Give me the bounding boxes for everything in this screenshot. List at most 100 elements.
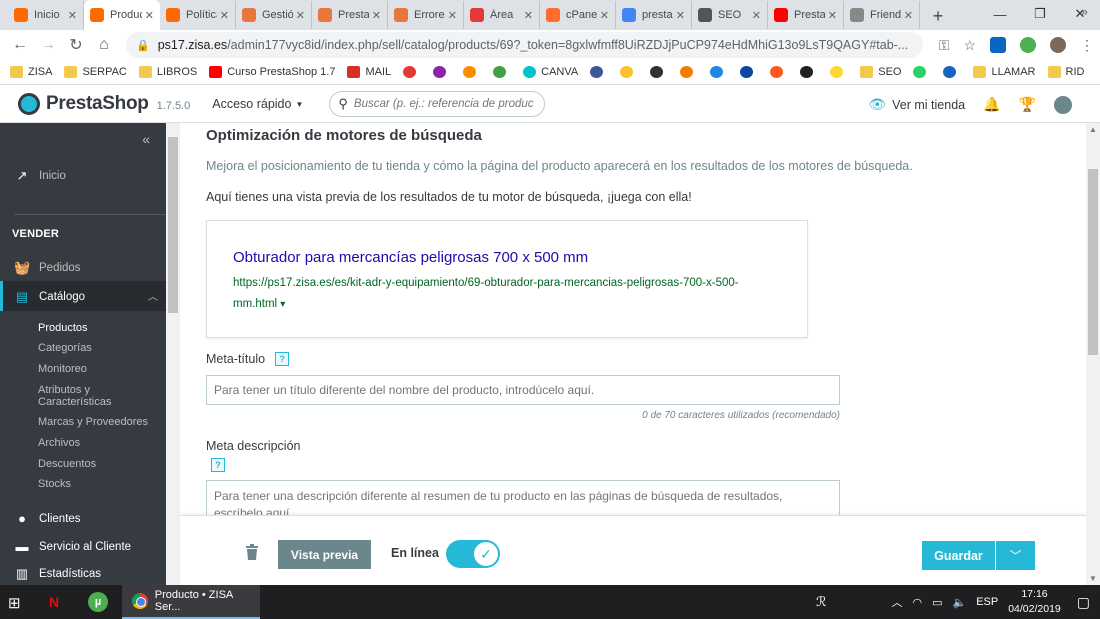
sidebar-sub-atributos[interactable]: Atributos y Características [38, 384, 128, 408]
bookmark-item[interactable] [800, 66, 818, 78]
key-icon[interactable]: ⚿ [939, 37, 950, 54]
bookmark-star-icon[interactable]: ☆ [963, 37, 976, 54]
browser-tab[interactable]: Gestión✕ [236, 1, 312, 29]
close-tab-icon[interactable]: ✕ [372, 9, 381, 22]
bookmark-item[interactable]: CANVA [523, 66, 578, 78]
close-tab-icon[interactable]: ✕ [145, 9, 154, 22]
quick-access-dropdown[interactable]: Acceso rápido ▼ [212, 97, 303, 111]
bookmark-item[interactable] [590, 66, 608, 78]
bookmark-item[interactable] [650, 66, 668, 78]
sidebar-sub-stocks[interactable]: Stocks [38, 478, 71, 490]
sidebar-item-clientes[interactable]: ● Clientes [0, 511, 166, 526]
sidebar-item-catalogo[interactable]: ▤ Catálogo ︿ [0, 281, 166, 311]
bookmark-item[interactable] [830, 66, 848, 78]
bookmark-item[interactable] [620, 66, 638, 78]
browser-tab[interactable]: prestashop✕ [616, 1, 692, 29]
admin-search[interactable]: ⚲ [329, 91, 546, 117]
chevron-up-icon[interactable]: ︿ [891, 594, 902, 610]
close-tab-icon[interactable]: ✕ [752, 9, 761, 22]
bookmark-item[interactable] [710, 66, 728, 78]
browser-tab[interactable]: Errores✕ [388, 1, 464, 29]
minimize-icon[interactable]: — [980, 0, 1020, 28]
browser-tab[interactable]: Friendly✕ [844, 1, 920, 29]
clock[interactable]: 17:16 04/02/2019 [1008, 587, 1061, 617]
bookmark-item[interactable]: LIBROS [138, 66, 197, 78]
notifications-bell-icon[interactable]: 🔔 [983, 96, 1000, 113]
scroll-down-icon[interactable]: ▼ [1089, 574, 1097, 583]
sidebar-sub-archivos[interactable]: Archivos [38, 437, 80, 449]
home-icon[interactable]: ⌂ [90, 36, 118, 54]
meta-title-input[interactable] [206, 375, 840, 405]
search-input[interactable] [353, 98, 534, 110]
volume-icon[interactable]: 🔈 [952, 596, 966, 609]
forward-icon[interactable]: → [34, 36, 62, 54]
sidebar-sub-productos[interactable]: Productos [38, 322, 88, 334]
browser-tab[interactable]: Área ✕ [464, 1, 540, 29]
reload-icon[interactable]: ↻ [62, 35, 90, 55]
trash-icon[interactable] [245, 544, 259, 560]
utorrent-icon[interactable]: µ [88, 592, 108, 612]
notifications-icon[interactable]: ▢ [1077, 594, 1090, 611]
scrollbar-thumb[interactable] [168, 137, 178, 313]
browser-tab[interactable]: PrestaShop✕ [312, 1, 388, 29]
bookmark-item[interactable] [493, 66, 511, 78]
close-tab-icon[interactable]: ✕ [904, 9, 913, 22]
netflix-icon[interactable]: N [44, 592, 64, 612]
bookmark-item[interactable]: MAIL [347, 66, 391, 78]
browser-tab[interactable]: cPanel ✕ [540, 1, 616, 29]
taskbar-chrome-window[interactable]: Producto • ZISA Ser... [122, 585, 260, 619]
sidebar-item-inicio[interactable]: ↗ Inicio [0, 168, 166, 184]
sidebar-item-estadisticas[interactable]: ▥ Estadísticas [0, 566, 166, 582]
page-scrollbar[interactable]: ▲ ▼ [1086, 123, 1100, 585]
sidebar-item-servicio[interactable]: ▬ Servicio al Cliente [0, 539, 166, 554]
menu-kebab-icon[interactable]: ⋮ [1080, 37, 1094, 54]
close-tab-icon[interactable]: ✕ [220, 9, 229, 22]
new-tab-button[interactable]: + [924, 2, 952, 30]
sidebar-sub-marcas[interactable]: Marcas y Proveedores [38, 416, 148, 428]
people-icon[interactable]: ℛ [816, 594, 826, 610]
bookmarks-more[interactable]: » [1081, 4, 1088, 19]
scrollbar-thumb[interactable] [1088, 169, 1098, 355]
bookmark-item[interactable]: ZISA [10, 66, 52, 78]
trophy-icon[interactable]: 🏆 [1019, 96, 1036, 113]
bookmark-item[interactable] [433, 66, 451, 78]
account-icon[interactable] [1054, 95, 1072, 114]
profile-avatar[interactable] [1050, 37, 1066, 53]
collapse-sidebar-icon[interactable]: « [142, 131, 150, 147]
close-tab-icon[interactable]: ✕ [676, 9, 685, 22]
bookmark-item[interactable] [740, 66, 758, 78]
bookmark-item[interactable]: RID [1047, 66, 1084, 78]
bookmark-item[interactable] [943, 66, 961, 78]
close-tab-icon[interactable]: ✕ [524, 9, 533, 22]
sidebar-sub-monitoreo[interactable]: Monitoreo [38, 363, 87, 375]
bookmark-item[interactable] [680, 66, 698, 78]
sidebar-scrollbar[interactable] [166, 123, 180, 585]
bookmark-item[interactable]: LLAMAR [973, 66, 1036, 78]
bookmark-item[interactable] [913, 66, 931, 78]
browser-tab[interactable]: Política✕ [160, 1, 236, 29]
extension-icon[interactable] [1020, 37, 1036, 53]
save-options-dropdown[interactable]: ﹀ [996, 541, 1035, 570]
preview-button[interactable]: Vista previa [278, 540, 371, 569]
sidebar-sub-categorias[interactable]: Categorías [38, 342, 92, 354]
close-tab-icon[interactable]: ✕ [296, 9, 305, 22]
back-icon[interactable]: ← [6, 36, 34, 54]
url-field[interactable]: 🔒 ps17.zisa.es/admin177vyc8id/index.php/… [126, 32, 923, 58]
browser-tab[interactable]: Producto✕ [84, 0, 160, 30]
browser-tab[interactable]: Inicio ✕ [8, 1, 84, 29]
scroll-up-icon[interactable]: ▲ [1089, 125, 1097, 134]
linkedin-extension-icon[interactable] [990, 37, 1006, 53]
save-button[interactable]: Guardar [922, 541, 995, 570]
view-shop-link[interactable]: 👁 Ver mi tienda [868, 96, 965, 113]
bookmark-item[interactable] [770, 66, 788, 78]
prestashop-logo[interactable]: PrestaShop 1.7.5.0 [18, 93, 190, 115]
restore-icon[interactable]: ❐ [1020, 0, 1060, 28]
battery-icon[interactable]: ▭ [932, 596, 942, 609]
sidebar-item-pedidos[interactable]: 🧺 Pedidos [0, 260, 166, 276]
help-icon[interactable]: ? [275, 352, 290, 366]
bookmark-item[interactable]: SERPAC [64, 66, 127, 78]
close-tab-icon[interactable]: ✕ [68, 9, 77, 22]
bookmark-item[interactable]: Curso PrestaShop 1.7 [209, 66, 335, 78]
sidebar-sub-descuentos[interactable]: Descuentos [38, 458, 96, 470]
bookmark-item[interactable] [463, 66, 481, 78]
